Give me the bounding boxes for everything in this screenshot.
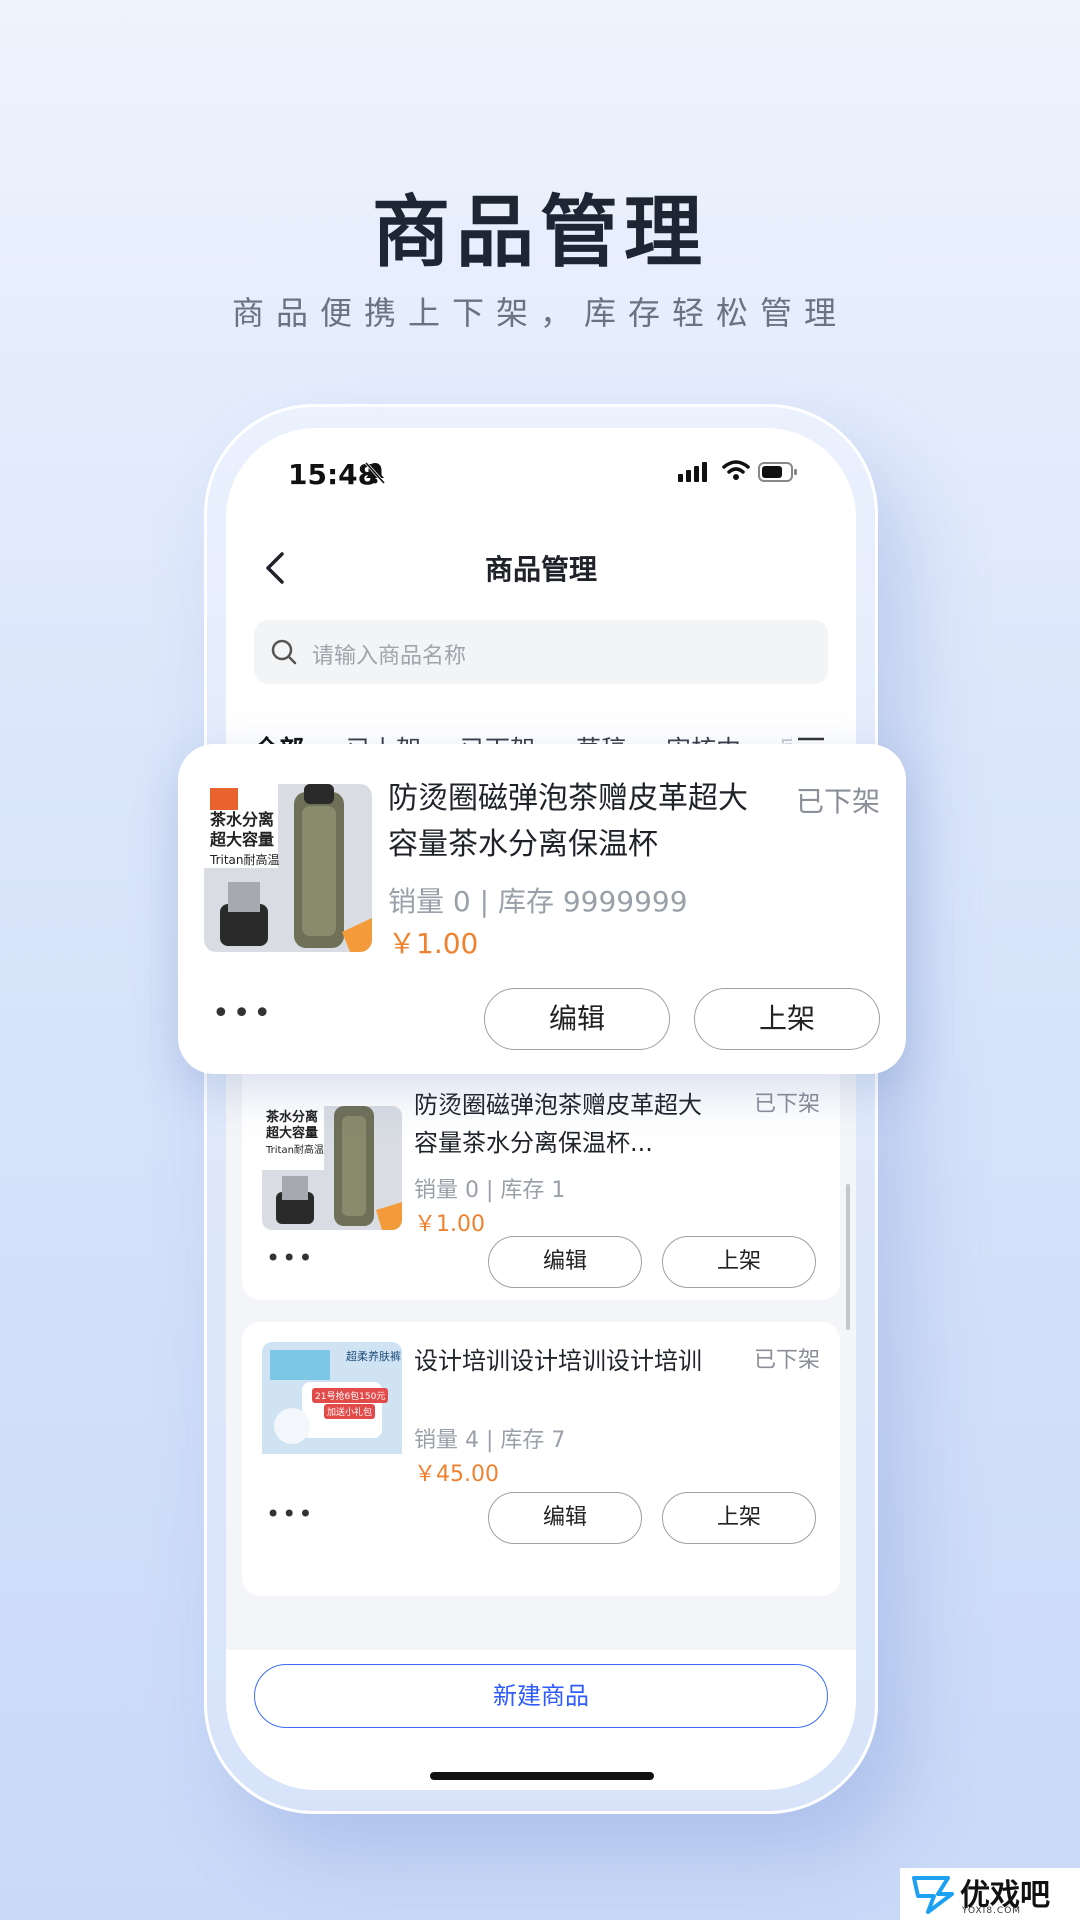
featured-price: ￥1.00	[388, 927, 479, 960]
product-price: ￥45.00	[414, 1462, 499, 1487]
thumb-line-1: 茶水分离	[266, 1110, 319, 1125]
product-card[interactable]: 超柔养肤裤 21号抢6包150元 加送小礼包 设计培训设计培训设计培训 已下架 …	[242, 1322, 840, 1596]
page-title: 商品管理	[484, 553, 597, 586]
thumb-line-3: Tritan耐高温	[210, 853, 280, 867]
product-stats: 销量 4 | 库存 7	[414, 1428, 566, 1453]
edit-button[interactable]: 编辑	[484, 988, 670, 1050]
thumb-line-3: Tritan耐高温	[266, 1145, 324, 1156]
thumb-line-1: 茶水分离	[210, 810, 275, 829]
product-thumbnail: 超柔养肤裤 21号抢6包150元 加送小礼包	[262, 1342, 402, 1482]
thumb-line-2: 21号抢6包150元	[312, 1388, 389, 1403]
status-bar: 15:48	[226, 428, 856, 518]
signal-icon	[678, 462, 707, 482]
watermark-sub: YOXI8.COM	[962, 1906, 1022, 1916]
thumb-line-1: 超柔养肤裤	[346, 1350, 401, 1363]
hero-subtitle: 商品便携上下架，库存轻松管理	[231, 294, 848, 332]
featured-status: 已下架	[795, 785, 880, 818]
more-options-button[interactable]: •••	[266, 1244, 314, 1272]
product-thumbnail: 茶水分离 超大容量 Tritan耐高温	[262, 1106, 402, 1230]
product-title: 防烫圈磁弹泡茶赠皮革超大容量茶水分离保温杯...	[414, 1091, 702, 1157]
thumb-line-3: 加送小礼包	[324, 1404, 376, 1419]
edit-button[interactable]: 编辑	[488, 1492, 642, 1544]
product-title: 设计培训设计培训设计培训	[414, 1347, 702, 1375]
product-price: ￥1.00	[414, 1212, 485, 1237]
bell-muted-icon	[364, 461, 386, 485]
featured-title: 防烫圈磁弹泡茶赠皮革超大容量茶水分离保温杯	[388, 781, 748, 862]
home-indicator[interactable]	[430, 1772, 654, 1780]
featured-thumbnail: 茶水分离 超大容量 Tritan耐高温	[204, 784, 372, 952]
featured-stats: 销量 0 | 库存 9999999	[388, 885, 688, 918]
bottom-bar: 新建商品	[226, 1650, 856, 1790]
thumb-line-2: 超大容量	[266, 1126, 319, 1141]
publish-button[interactable]: 上架	[694, 988, 880, 1050]
watermark-logo-icon	[912, 1876, 954, 1914]
phone-screen: 15:48 商品管理 请输入商品名称 茶水分离 超大容量 Tritan耐高温 防…	[226, 428, 856, 1790]
featured-product-card[interactable]: 茶水分离 超大容量 Tritan耐高温 防烫圈磁弹泡茶赠皮革超大容量茶水分离保温…	[178, 744, 906, 1074]
product-status: 已下架	[753, 1348, 820, 1373]
new-product-button[interactable]: 新建商品	[254, 1664, 828, 1728]
publish-button[interactable]: 上架	[662, 1236, 816, 1288]
more-options-button[interactable]: •••	[266, 1500, 314, 1528]
thumb-line-2: 超大容量	[210, 830, 275, 849]
hero-title: 商品管理	[371, 188, 708, 278]
search-icon	[271, 639, 297, 665]
watermark: 优戏吧 YOXI8.COM	[900, 1868, 1080, 1920]
edit-button[interactable]: 编辑	[488, 1236, 642, 1288]
wifi-icon	[722, 460, 750, 480]
product-stats: 销量 0 | 库存 1	[414, 1178, 566, 1203]
publish-button[interactable]: 上架	[662, 1492, 816, 1544]
product-status: 已下架	[753, 1092, 820, 1117]
search-section: 请输入商品名称	[226, 598, 856, 708]
search-input[interactable]: 请输入商品名称	[254, 620, 828, 684]
battery-icon	[758, 462, 797, 482]
more-options-button[interactable]: •••	[212, 996, 274, 1031]
scrollbar[interactable]	[846, 1184, 850, 1330]
search-placeholder: 请输入商品名称	[312, 644, 467, 669]
